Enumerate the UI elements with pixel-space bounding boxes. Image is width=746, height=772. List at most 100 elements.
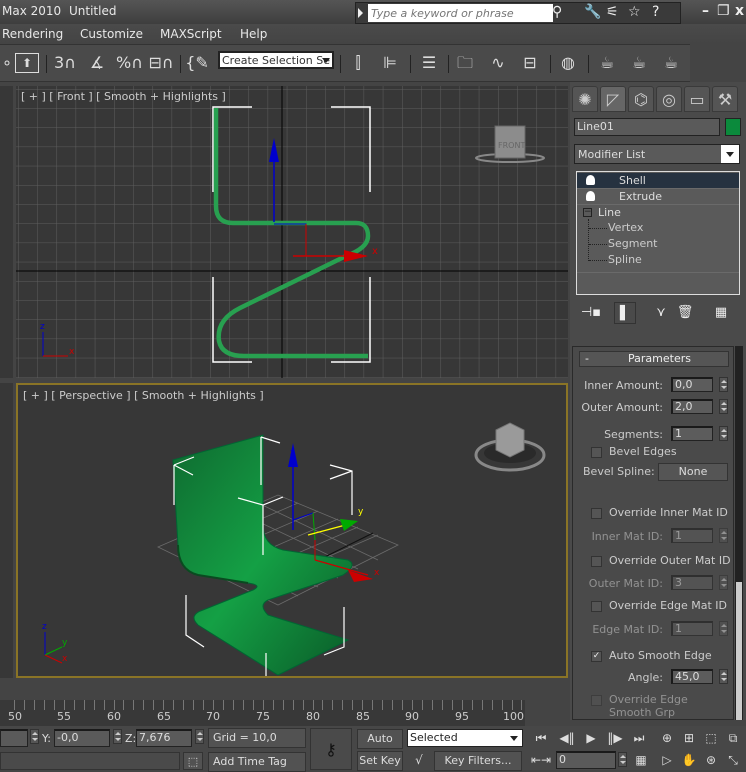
make-unique-icon[interactable]: ⋎ <box>650 302 672 324</box>
bevel-edges-checkbox[interactable] <box>591 447 602 458</box>
star-icon[interactable]: ☆ <box>628 4 641 20</box>
select-and-place-icon[interactable]: ⬆ <box>15 53 39 73</box>
outer-mat-id-field[interactable]: 3 <box>671 575 713 590</box>
curve-editor-icon[interactable]: ∿ <box>485 50 511 76</box>
angle-field[interactable]: 45,0 <box>671 669 713 684</box>
set-key-mode-key-icon[interactable]: ⚷ <box>310 728 352 770</box>
search-input[interactable] <box>368 4 553 22</box>
angle-spinner[interactable] <box>719 669 728 684</box>
zoom-icon[interactable]: ⊕ <box>656 729 678 747</box>
override-edge-mat-id-checkbox[interactable] <box>591 601 602 612</box>
menu-customize[interactable]: Customize <box>80 27 143 41</box>
remove-modifier-icon[interactable]: 🗑 <box>674 302 696 324</box>
subobject-segment[interactable]: Segment <box>608 237 658 250</box>
layer-manager-icon[interactable]: ☰ <box>416 50 442 76</box>
field-of-view-icon[interactable]: ▷ <box>656 751 678 769</box>
default-tangent-icon[interactable]: √ <box>408 751 430 769</box>
tab-motion[interactable]: ◎ <box>656 86 682 112</box>
parameters-rollout-header[interactable]: - Parameters <box>579 351 729 367</box>
bevel-spline-button[interactable]: None <box>658 463 728 481</box>
zoom-extents-all-icon[interactable]: ⧉ <box>722 729 744 747</box>
zoom-all-icon[interactable]: ⊞ <box>678 729 700 747</box>
viewcube-perspective[interactable] <box>474 422 546 472</box>
key-icon[interactable]: 🔧 <box>584 4 601 20</box>
tab-utilities[interactable]: ⚒ <box>712 86 738 112</box>
override-outer-mat-id-checkbox[interactable] <box>591 556 602 567</box>
left-viewport-edge-bottom[interactable] <box>0 383 13 678</box>
edge-mat-id-field[interactable]: 1 <box>671 621 713 636</box>
configure-modifier-sets-icon[interactable]: ▦ <box>710 302 732 324</box>
front-viewport-label[interactable]: [ + ] [ Front ] [ Smooth + Highlights ] <box>21 90 226 103</box>
object-name-field[interactable]: Line01 <box>574 118 720 136</box>
expand-arrow-icon[interactable] <box>358 8 363 18</box>
zoom-extents-icon[interactable]: ⬚ <box>700 729 722 747</box>
override-edge-smooth-grp-checkbox[interactable] <box>591 695 602 706</box>
x-coordinate-spinner[interactable] <box>30 729 39 744</box>
pan-view-icon[interactable]: ✋ <box>678 751 700 769</box>
collapse-icon[interactable]: − <box>583 208 592 217</box>
stack-item-line[interactable]: − Line <box>577 205 739 221</box>
segments-spinner[interactable] <box>719 426 728 441</box>
y-coordinate-field[interactable]: -0,0 <box>54 729 110 747</box>
menu-help[interactable]: Help <box>240 27 267 41</box>
add-time-tag-button[interactable]: Add Time Tag <box>208 752 306 772</box>
pin-stack-icon[interactable]: ⊣▪ <box>580 302 602 324</box>
show-end-result-icon[interactable]: ▌ <box>614 302 636 324</box>
go-to-end-icon[interactable]: ⏭ <box>628 729 650 747</box>
inner-amount-field[interactable]: 0,0 <box>671 377 713 392</box>
command-panel-scroll-thumb[interactable] <box>736 582 742 720</box>
spinner-snap-icon[interactable]: ⊟∩ <box>148 50 174 76</box>
current-frame-spinner[interactable] <box>618 752 627 767</box>
scene-explorer-icon[interactable]: 🗀 <box>452 50 478 76</box>
perspective-viewport-label[interactable]: [ + ] [ Perspective ] [ Smooth + Highlig… <box>23 389 264 402</box>
left-viewport-edge-top[interactable] <box>0 86 13 378</box>
set-key-button[interactable]: Set Key <box>357 751 403 771</box>
key-mode-toggle-icon[interactable]: ⇤⇥ <box>530 751 552 769</box>
previous-frame-icon[interactable]: ◀‖ <box>556 729 578 747</box>
perspective-viewport[interactable]: z y x z y x [ + ] [ Perspective ] [ Smoo… <box>16 383 568 678</box>
tab-hierarchy[interactable]: ⌬ <box>628 86 654 112</box>
edge-mat-id-spinner[interactable] <box>719 621 728 636</box>
snap-toggle-icon[interactable]: 3∩ <box>52 50 78 76</box>
time-tag-icon[interactable]: ⬚ <box>183 752 203 770</box>
minimize-button[interactable]: – <box>702 3 709 19</box>
segments-field[interactable]: 1 <box>671 426 713 441</box>
subobject-vertex[interactable]: Vertex <box>608 221 643 234</box>
tab-display[interactable]: ▭ <box>684 86 710 112</box>
tab-create[interactable]: ✺ <box>572 86 598 112</box>
inner-mat-id-field[interactable]: 1 <box>671 528 713 543</box>
menu-maxscript[interactable]: MAXScript <box>160 27 222 41</box>
help-icon[interactable]: ? <box>652 4 659 20</box>
restore-button[interactable]: ❐ <box>717 3 730 19</box>
maximize-viewport-icon[interactable]: ⤡ <box>722 751 744 769</box>
inner-mat-id-spinner[interactable] <box>719 528 728 543</box>
close-button[interactable]: x <box>735 3 744 19</box>
time-slider-track[interactable]: 50 55 60 65 70 75 80 85 90 95 100 <box>0 700 525 726</box>
next-frame-icon[interactable]: ‖▶ <box>604 729 626 747</box>
named-selection-set-dropdown[interactable]: Create Selection Se <box>218 51 334 69</box>
menu-rendering[interactable]: Rendering <box>2 27 63 41</box>
stack-item-shell[interactable]: Shell <box>577 173 739 189</box>
time-configuration-icon[interactable]: ▦ <box>630 751 652 769</box>
inner-amount-spinner[interactable] <box>719 377 728 392</box>
tab-modify[interactable]: ◸ <box>600 86 626 112</box>
angle-snap-icon[interactable]: ∡ <box>84 50 110 76</box>
outer-mat-id-spinner[interactable] <box>719 575 728 590</box>
stack-item-extrude[interactable]: Extrude <box>577 189 739 205</box>
z-coordinate-spinner[interactable] <box>195 729 204 744</box>
outer-amount-spinner[interactable] <box>719 399 728 414</box>
material-editor-icon[interactable]: ◍ <box>555 50 581 76</box>
subobject-spline[interactable]: Spline <box>608 253 642 266</box>
orbit-icon[interactable]: ⊛ <box>700 751 722 769</box>
z-coordinate-field[interactable]: 7,676 <box>136 729 192 747</box>
lightbulb-icon[interactable] <box>586 191 595 201</box>
object-color-swatch[interactable] <box>725 118 741 136</box>
rendered-frame-window-icon[interactable]: ☕ <box>626 50 652 76</box>
key-mode-dropdown[interactable]: Selected <box>407 729 523 747</box>
auto-key-button[interactable]: Auto Key <box>357 729 403 763</box>
render-setup-icon[interactable]: ☕ <box>594 50 620 76</box>
render-production-icon[interactable]: ☕ <box>658 50 684 76</box>
front-viewport[interactable]: z x z x FRONT [ + ] [ Front ] [ Smooth +… <box>16 86 568 378</box>
edit-named-selection-icon[interactable]: {✎ <box>184 50 210 76</box>
percent-snap-icon[interactable]: %∩ <box>116 50 143 76</box>
